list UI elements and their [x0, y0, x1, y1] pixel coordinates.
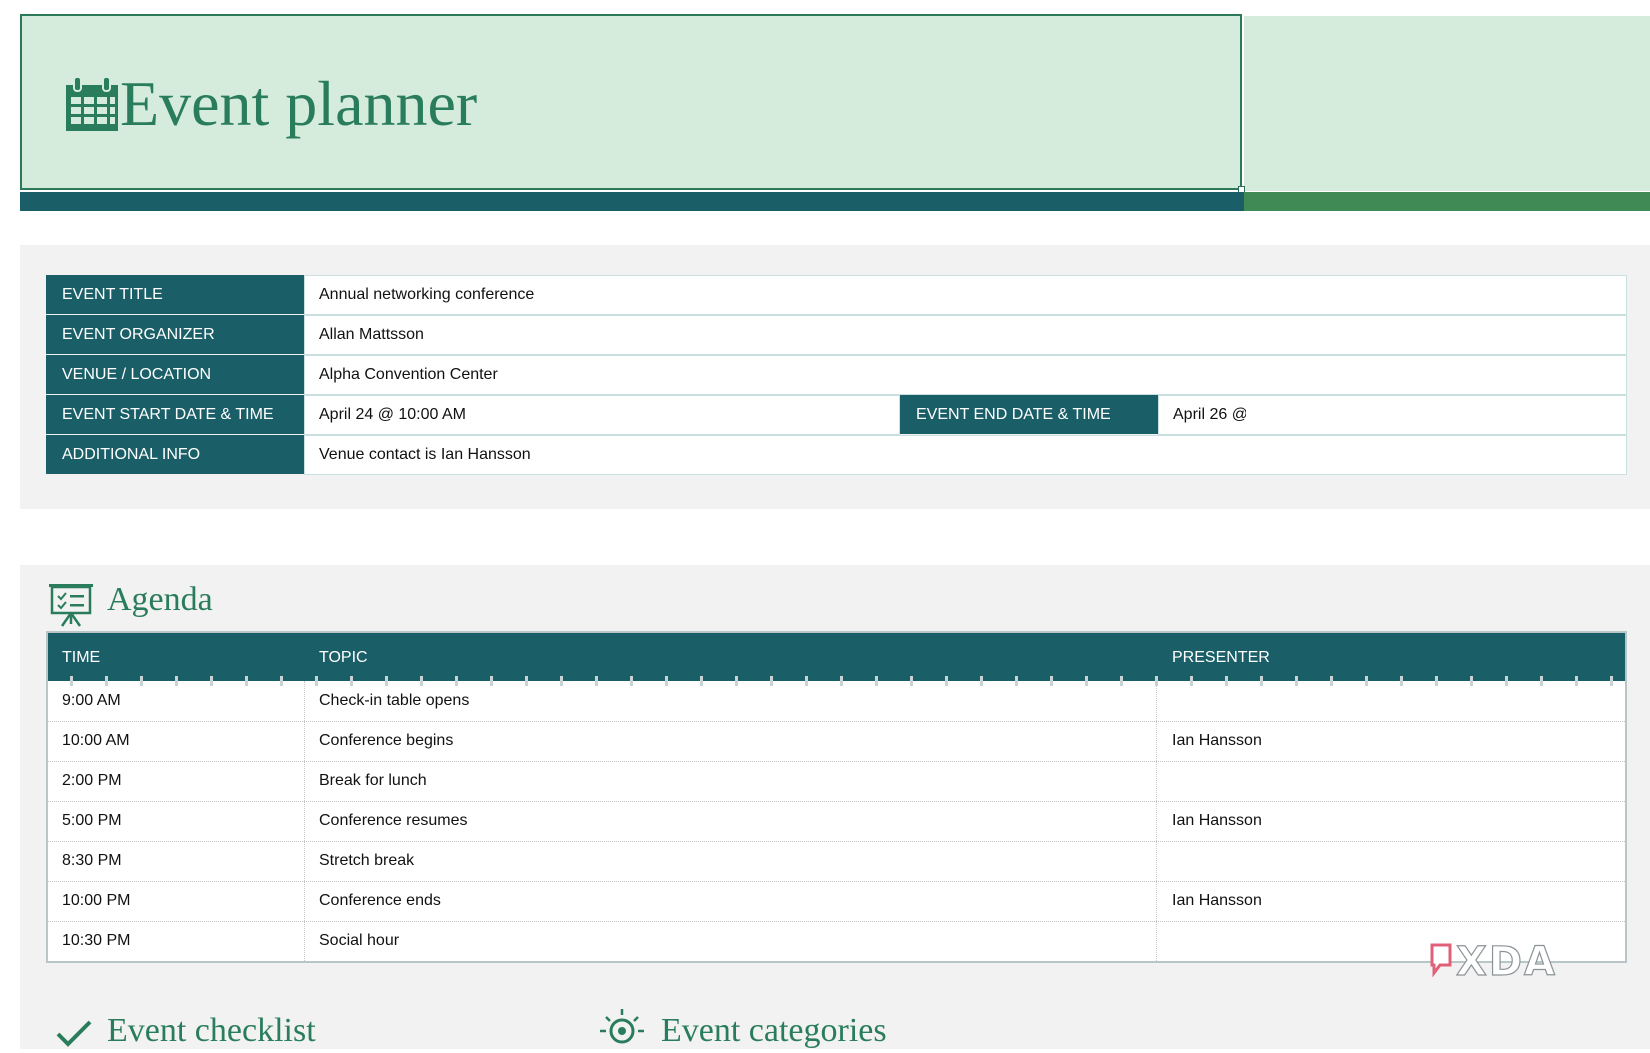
presentation-board-icon [49, 584, 93, 627]
title-underline-teal [20, 192, 1244, 211]
additional-info-cell[interactable]: Venue contact is Ian Hansson [304, 435, 1627, 475]
agenda-row[interactable]: 2:00 PM Break for lunch [48, 761, 1625, 802]
agenda-row[interactable]: 5:00 PM Conference resumes Ian Hansson [48, 801, 1625, 842]
detail-row-organizer: EVENT ORGANIZER Allan Mattsson [46, 315, 1627, 355]
detail-label: EVENT START DATE & TIME [46, 395, 304, 434]
agenda-topic: Conference ends [319, 892, 441, 909]
agenda-time: 2:00 PM [62, 772, 122, 789]
event-end-cell[interactable]: April 26 @ [1158, 395, 1627, 435]
venue-location-cell[interactable]: Alpha Convention Center [304, 355, 1627, 395]
calendar-icon [66, 76, 118, 131]
agenda-time: 8:30 PM [62, 852, 122, 869]
agenda-row[interactable]: 8:30 PM Stretch break [48, 841, 1625, 882]
checkmark-icon [56, 1020, 92, 1047]
agenda-topic: Check-in table opens [319, 692, 470, 709]
detail-label-end: EVENT END DATE & TIME [900, 395, 1158, 434]
agenda-topic: Social hour [319, 932, 400, 949]
agenda-row[interactable]: 10:30 PM Social hour [48, 921, 1625, 961]
agenda-row[interactable]: 9:00 AM Check-in table opens [48, 681, 1625, 722]
agenda-row[interactable]: 10:00 AM Conference begins Ian Hansson [48, 721, 1625, 762]
checklist-heading: Event checklist [107, 1012, 316, 1049]
watermark-text: XDA [1456, 939, 1557, 985]
agenda-topic: Break for lunch [319, 772, 427, 789]
detail-row-dates: EVENT START DATE & TIME April 24 @ 10:00… [46, 395, 1627, 435]
agenda-time: 5:00 PM [62, 812, 122, 829]
agenda-topic: Stretch break [319, 852, 415, 869]
xda-watermark-logo: XDA [1430, 938, 1557, 985]
agenda-table: TIME TOPIC PRESENTER 9:00 AM Check-in ta… [46, 631, 1627, 963]
agenda-heading: Agenda [107, 581, 213, 618]
event-end-value: April 26 @ [1173, 406, 1246, 423]
agenda-topic: Conference resumes [319, 812, 468, 829]
agenda-presenter: Ian Hansson [1172, 732, 1262, 749]
agenda-time: 10:00 PM [62, 892, 131, 909]
gear-lightbulb-icon [600, 1009, 644, 1044]
detail-label: EVENT TITLE [46, 275, 304, 314]
agenda-row[interactable]: 10:00 PM Conference ends Ian Hansson [48, 881, 1625, 922]
detail-label: EVENT ORGANIZER [46, 315, 304, 354]
page-title: Event planner [120, 68, 478, 139]
detail-row-venue: VENUE / LOCATION Alpha Convention Center [46, 355, 1627, 395]
agenda-time: 9:00 AM [62, 692, 121, 709]
detail-row-title: EVENT TITLE Annual networking conference [46, 275, 1627, 315]
detail-label: ADDITIONAL INFO [46, 435, 304, 474]
categories-heading: Event categories [661, 1012, 887, 1049]
agenda-header-row: TIME TOPIC PRESENTER [48, 633, 1625, 681]
title-underline-green [1244, 192, 1650, 211]
agenda-time: 10:00 AM [62, 732, 130, 749]
event-organizer-cell[interactable]: Allan Mattsson [304, 315, 1627, 355]
agenda-presenter: Ian Hansson [1172, 812, 1262, 829]
detail-row-additional: ADDITIONAL INFO Venue contact is Ian Han… [46, 435, 1627, 475]
agenda-time: 10:30 PM [62, 932, 131, 949]
detail-label: VENUE / LOCATION [46, 355, 304, 394]
event-start-cell[interactable]: April 24 @ 10:00 AM [304, 395, 900, 435]
agenda-presenter: Ian Hansson [1172, 892, 1262, 909]
event-title-cell[interactable]: Annual networking conference [304, 275, 1627, 315]
title-band-right [1244, 16, 1650, 191]
agenda-topic: Conference begins [319, 732, 454, 749]
